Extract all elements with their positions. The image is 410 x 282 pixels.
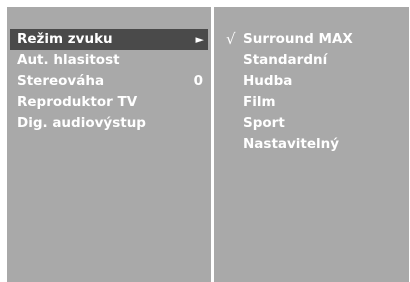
menu-item-label: Reproduktor TV: [17, 94, 138, 110]
settings-list: Režim zvuku ► Aut. hlasitost Stereováha …: [7, 7, 211, 282]
option-label: Hudba: [243, 73, 293, 89]
menu-item-sound-mode[interactable]: Režim zvuku ►: [10, 29, 208, 50]
menu-item-tv-speaker[interactable]: Reproduktor TV: [10, 92, 208, 113]
arrow-right-icon: ►: [195, 33, 204, 46]
menu-item-label: Režim zvuku: [17, 31, 113, 47]
menu-item-label: Stereováha: [17, 73, 105, 89]
option-label: Sport: [243, 115, 285, 131]
menu-item-label: Dig. audiovýstup: [17, 115, 146, 131]
menu-item-auto-volume[interactable]: Aut. hlasitost: [10, 50, 208, 71]
option-label: Film: [243, 94, 276, 110]
balance-value: 0: [193, 73, 203, 89]
option-label: Surround MAX: [243, 31, 353, 47]
menu-item-label: Aut. hlasitost: [17, 52, 120, 68]
sound-mode-options: √ Surround MAX Standardní Hudba Film Spo…: [214, 7, 409, 282]
menu-item-digital-audio-out[interactable]: Dig. audiovýstup: [10, 113, 208, 134]
audio-settings-menu: Režim zvuku ► Aut. hlasitost Stereováha …: [7, 7, 409, 282]
option-label: Standardní: [243, 52, 328, 68]
option-label: Nastavitelný: [243, 136, 340, 152]
check-icon: √: [226, 30, 236, 48]
menu-item-balance[interactable]: Stereováha 0: [10, 71, 208, 92]
